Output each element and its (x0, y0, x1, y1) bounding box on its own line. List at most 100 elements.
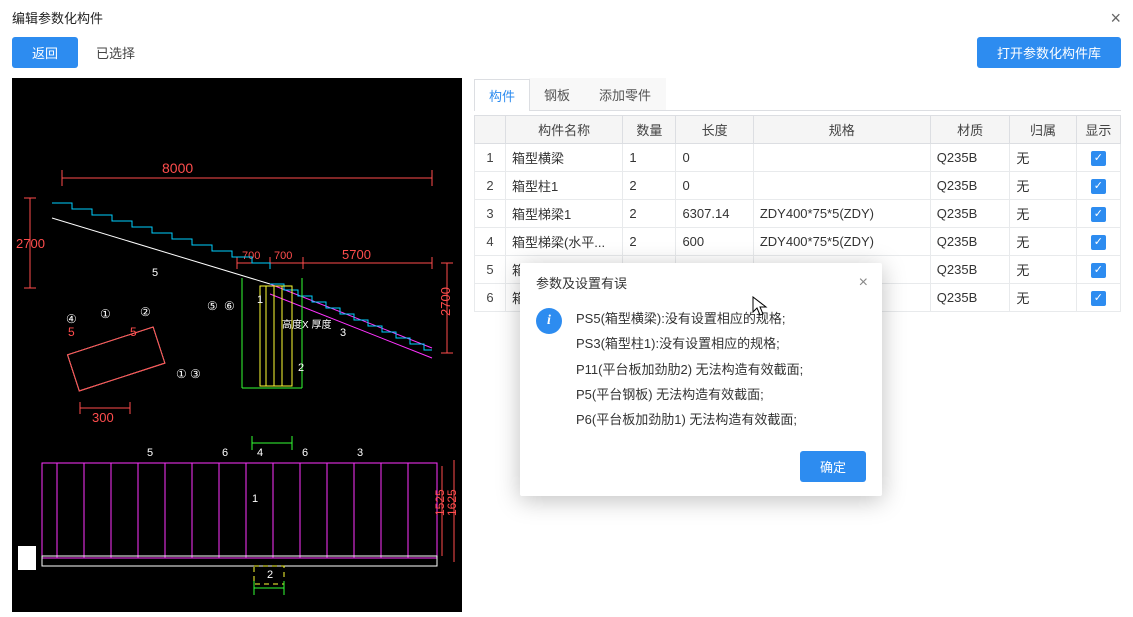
lbl-c2a: ② (140, 305, 151, 319)
dim-left-2700: 2700 (16, 236, 45, 251)
cell-spec (753, 172, 930, 200)
lbl-c4: ④ (66, 312, 77, 326)
cell-idx: 3 (475, 200, 506, 228)
lbl-p4: 4 (257, 447, 263, 459)
checkbox-icon[interactable]: ✓ (1091, 151, 1106, 166)
cell-attr: 无 (1010, 144, 1076, 172)
table-row[interactable]: 2箱型柱120Q235B无✓ (475, 172, 1121, 200)
checkbox-icon[interactable]: ✓ (1091, 235, 1106, 250)
th-show: 显示 (1076, 116, 1120, 144)
th-spec: 规格 (753, 116, 930, 144)
toolbar: 返回 已选择 打开参数化构件库 (0, 33, 1133, 78)
checkbox-icon[interactable]: ✓ (1091, 291, 1106, 306)
error-dialog: 参数及设置有误 × i PS5(箱型横梁):没有设置相应的规格;PS3(箱型柱1… (520, 263, 882, 496)
dialog-messages: PS5(箱型横梁):没有设置相应的规格;PS3(箱型柱1):没有设置相应的规格;… (576, 306, 803, 433)
table-header-row: 构件名称 数量 长度 规格 材质 归属 显示 (475, 116, 1121, 144)
cell-attr: 无 (1010, 284, 1076, 312)
lbl-p6: 6 (222, 447, 228, 459)
cell-spec: ZDY400*75*5(ZDY) (753, 200, 930, 228)
cell-show[interactable]: ✓ (1076, 284, 1120, 312)
drawing-canvas[interactable]: 8000 2700 2700 70 (12, 78, 462, 612)
lbl-1a: 1 (257, 294, 263, 306)
info-icon: i (536, 308, 562, 334)
cell-attr: 无 (1010, 256, 1076, 284)
checkbox-icon[interactable]: ✓ (1091, 263, 1106, 278)
dim-5700: 5700 (342, 247, 371, 262)
cell-name: 箱型柱1 (505, 172, 622, 200)
dialog-message-line: PS5(箱型横梁):没有设置相应的规格; (576, 306, 803, 331)
cell-length: 600 (676, 228, 753, 256)
dim-1625: 1625 (445, 489, 459, 516)
dialog-footer: 确定 (520, 443, 882, 496)
lbl-2a: 2 (298, 362, 304, 374)
tab-component[interactable]: 构件 (474, 79, 530, 111)
cell-idx: 6 (475, 284, 506, 312)
cell-show[interactable]: ✓ (1076, 256, 1120, 284)
cell-length: 0 (676, 172, 753, 200)
checkbox-icon[interactable]: ✓ (1091, 179, 1106, 194)
cell-spec: ZDY400*75*5(ZDY) (753, 228, 930, 256)
dim-8000: 8000 (162, 160, 193, 176)
dialog-close-button[interactable]: × (859, 275, 868, 291)
cell-show[interactable]: ✓ (1076, 200, 1120, 228)
canvas-corner-marker (18, 546, 36, 570)
lbl-c5a: ⑤ (207, 299, 218, 313)
dialog-message-line: P6(平台板加劲肋1) 无法构造有效截面; (576, 407, 803, 432)
back-button[interactable]: 返回 (12, 37, 78, 68)
titlebar: 编辑参数化构件 × (0, 0, 1133, 33)
tab-steelplate[interactable]: 钢板 (529, 78, 585, 110)
lbl-c1a: ① (100, 307, 111, 321)
dim-700a: 700 (242, 250, 260, 262)
cell-idx: 2 (475, 172, 506, 200)
dialog-message-line: P5(平台钢板) 无法构造有效截面; (576, 382, 803, 407)
lbl-p5: 5 (147, 447, 153, 459)
open-library-button[interactable]: 打开参数化构件库 (977, 37, 1121, 68)
checkbox-icon[interactable]: ✓ (1091, 207, 1106, 222)
cell-name: 箱型梯梁(水平... (505, 228, 622, 256)
lbl-3b: 3 (340, 327, 346, 339)
tabs: 构件 钢板 添加零件 (474, 78, 1121, 111)
cell-length: 6307.14 (676, 200, 753, 228)
cell-material: Q235B (930, 284, 1010, 312)
cell-attr: 无 (1010, 228, 1076, 256)
th-name: 构件名称 (505, 116, 622, 144)
cell-qty: 1 (623, 144, 676, 172)
cell-show[interactable]: ✓ (1076, 228, 1120, 256)
cell-material: Q235B (930, 228, 1010, 256)
cell-show[interactable]: ✓ (1076, 144, 1120, 172)
window-close-button[interactable]: × (1110, 9, 1121, 27)
th-qty: 数量 (623, 116, 676, 144)
cell-material: Q235B (930, 172, 1010, 200)
dialog-body: i PS5(箱型横梁):没有设置相应的规格;PS3(箱型柱1):没有设置相应的规… (520, 300, 882, 443)
cell-material: Q235B (930, 200, 1010, 228)
cell-length: 0 (676, 144, 753, 172)
cell-show[interactable]: ✓ (1076, 172, 1120, 200)
scale-note: 高度X 厚度 (282, 318, 331, 331)
lbl-c6a: ⑥ (224, 299, 235, 313)
dialog-header: 参数及设置有误 × (520, 263, 882, 300)
drawing-svg: 8000 2700 2700 70 (12, 78, 462, 612)
lbl-5a: 5 (68, 325, 75, 339)
lbl-p3: 3 (357, 447, 363, 459)
table-row[interactable]: 3箱型梯梁126307.14ZDY400*75*5(ZDY)Q235B无✓ (475, 200, 1121, 228)
cell-spec (753, 144, 930, 172)
dialog-ok-button[interactable]: 确定 (800, 451, 866, 482)
cell-attr: 无 (1010, 200, 1076, 228)
cell-idx: 1 (475, 144, 506, 172)
tab-addpart[interactable]: 添加零件 (584, 78, 666, 110)
window-title: 编辑参数化构件 (12, 8, 103, 27)
dim-700b: 700 (274, 250, 292, 262)
dim-right-2700: 2700 (438, 287, 453, 316)
cell-idx: 5 (475, 256, 506, 284)
table-row[interactable]: 1箱型横梁10Q235B无✓ (475, 144, 1121, 172)
cell-qty: 2 (623, 228, 676, 256)
cell-material: Q235B (930, 256, 1010, 284)
th-attr: 归属 (1010, 116, 1076, 144)
cell-qty: 2 (623, 172, 676, 200)
cell-material: Q235B (930, 144, 1010, 172)
cell-idx: 4 (475, 228, 506, 256)
dialog-message-line: P11(平台板加劲肋2) 无法构造有效截面; (576, 357, 803, 382)
cell-attr: 无 (1010, 172, 1076, 200)
lbl-5b: 5 (130, 325, 137, 339)
table-row[interactable]: 4箱型梯梁(水平...2600ZDY400*75*5(ZDY)Q235B无 ✓ (475, 228, 1121, 256)
